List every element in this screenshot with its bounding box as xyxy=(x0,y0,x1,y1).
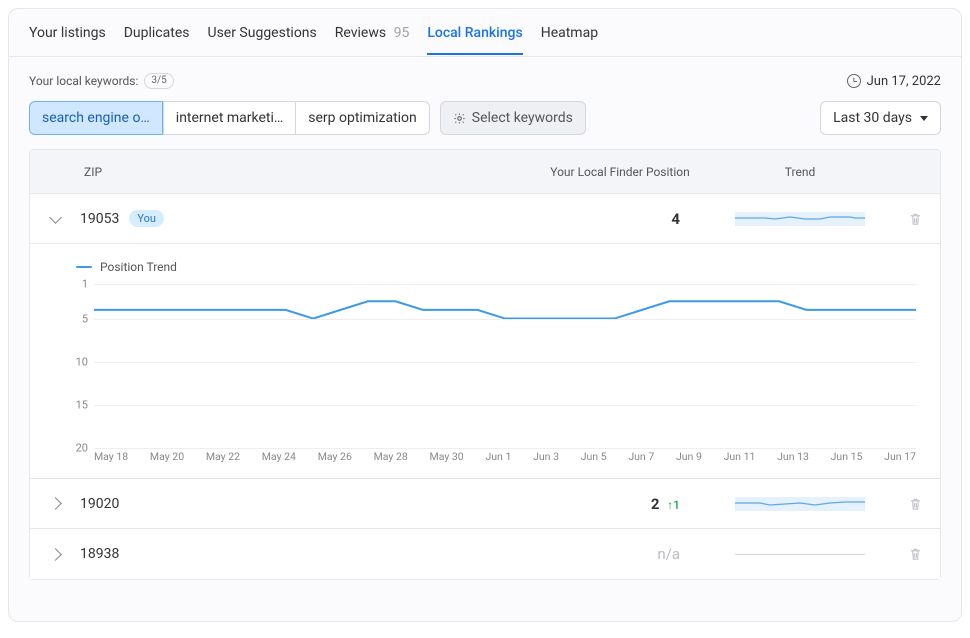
x-tick: Jun 3 xyxy=(533,450,559,468)
tab-label: Reviews xyxy=(335,25,386,41)
delta-up: ↑1 xyxy=(667,498,680,512)
x-tick: May 24 xyxy=(262,450,296,468)
y-tick: 5 xyxy=(82,312,88,325)
x-tick: Jun 7 xyxy=(628,450,654,468)
x-tick: May 26 xyxy=(318,450,352,468)
table-header: ZIP Your Local Finder Position Trend xyxy=(30,150,940,194)
gear-icon xyxy=(453,112,466,125)
rankings-table: ZIP Your Local Finder Position Trend 190… xyxy=(29,149,941,580)
x-tick: Jun 9 xyxy=(676,450,702,468)
x-tick: Jun 1 xyxy=(485,450,511,468)
delete-row-button[interactable] xyxy=(890,212,940,226)
chevron-right-icon xyxy=(49,497,62,510)
x-tick: Jun 13 xyxy=(777,450,809,468)
x-tick: May 22 xyxy=(206,450,240,468)
delete-row-button[interactable] xyxy=(890,497,940,511)
x-tick: May 28 xyxy=(374,450,408,468)
x-tick: Jun 5 xyxy=(581,450,607,468)
keyword-chips: search engine o… internet marketi… serp … xyxy=(29,101,430,135)
select-keywords-button[interactable]: Select keywords xyxy=(440,101,586,135)
snapshot-date-text: Jun 17, 2022 xyxy=(867,74,941,89)
chevron-right-icon xyxy=(49,548,62,561)
tab-user-suggestions[interactable]: User Suggestions xyxy=(207,12,316,54)
tabs-bar: Your listings Duplicates User Suggestion… xyxy=(9,9,961,57)
y-tick: 20 xyxy=(76,442,88,455)
table-row: 19020 2 ↑1 xyxy=(30,479,940,529)
tab-reviews-count: 95 xyxy=(394,25,410,41)
date-range-select[interactable]: Last 30 days xyxy=(820,101,941,135)
zip-value: 19053 xyxy=(80,211,119,227)
trend-sparkline xyxy=(710,497,890,511)
chevron-down-icon xyxy=(49,211,62,224)
zip-value: 19020 xyxy=(80,496,119,512)
keyword-chip-2[interactable]: internet marketi… xyxy=(163,101,296,135)
position-value: n/a xyxy=(530,545,710,563)
trend-sparkline xyxy=(710,212,890,226)
position-value: 4 xyxy=(530,210,710,228)
tab-local-rankings[interactable]: Local Rankings xyxy=(427,12,522,54)
col-zip: ZIP xyxy=(80,165,530,179)
col-trend: Trend xyxy=(710,165,890,179)
position-value: 2 ↑1 xyxy=(530,495,710,513)
x-tick: May 18 xyxy=(94,450,128,468)
x-tick: May 30 xyxy=(430,450,464,468)
position-trend-chart: Position Trend 15101520 May 18May 20May … xyxy=(30,244,940,479)
you-badge: You xyxy=(129,210,164,227)
tab-reviews[interactable]: Reviews 95 xyxy=(335,12,410,54)
date-range-label: Last 30 days xyxy=(833,110,912,126)
keyword-chip-3[interactable]: serp optimization xyxy=(296,101,430,135)
legend-label: Position Trend xyxy=(100,260,177,274)
keywords-count: 3/5 xyxy=(144,73,173,89)
x-tick: May 20 xyxy=(150,450,184,468)
keywords-label: Your local keywords: xyxy=(29,74,138,88)
zip-value: 18938 xyxy=(80,546,119,562)
chevron-down-icon xyxy=(920,116,928,121)
keywords-header: Your local keywords: 3/5 xyxy=(29,73,174,89)
col-position: Your Local Finder Position xyxy=(530,165,710,179)
table-row: 18938 n/a xyxy=(30,529,940,579)
trend-sparkline xyxy=(710,554,890,555)
keyword-chip-1[interactable]: search engine o… xyxy=(29,101,163,135)
y-tick: 15 xyxy=(76,398,88,411)
row-expander[interactable] xyxy=(30,499,80,508)
snapshot-date: Jun 17, 2022 xyxy=(847,74,941,89)
clock-icon xyxy=(847,74,861,88)
x-tick: Jun 11 xyxy=(724,450,756,468)
y-tick: 1 xyxy=(82,278,88,291)
tab-heatmap[interactable]: Heatmap xyxy=(541,12,598,54)
row-expander[interactable] xyxy=(30,216,80,222)
y-tick: 10 xyxy=(76,355,88,368)
delete-row-button[interactable] xyxy=(890,547,940,561)
x-tick: Jun 17 xyxy=(884,450,916,468)
tab-duplicates[interactable]: Duplicates xyxy=(124,12,190,54)
tab-your-listings[interactable]: Your listings xyxy=(29,12,106,54)
select-keywords-label: Select keywords xyxy=(472,110,573,126)
row-expander[interactable] xyxy=(30,550,80,559)
table-row: 19053 You 4 xyxy=(30,194,940,244)
legend-swatch xyxy=(76,266,92,269)
x-tick: Jun 15 xyxy=(831,450,863,468)
